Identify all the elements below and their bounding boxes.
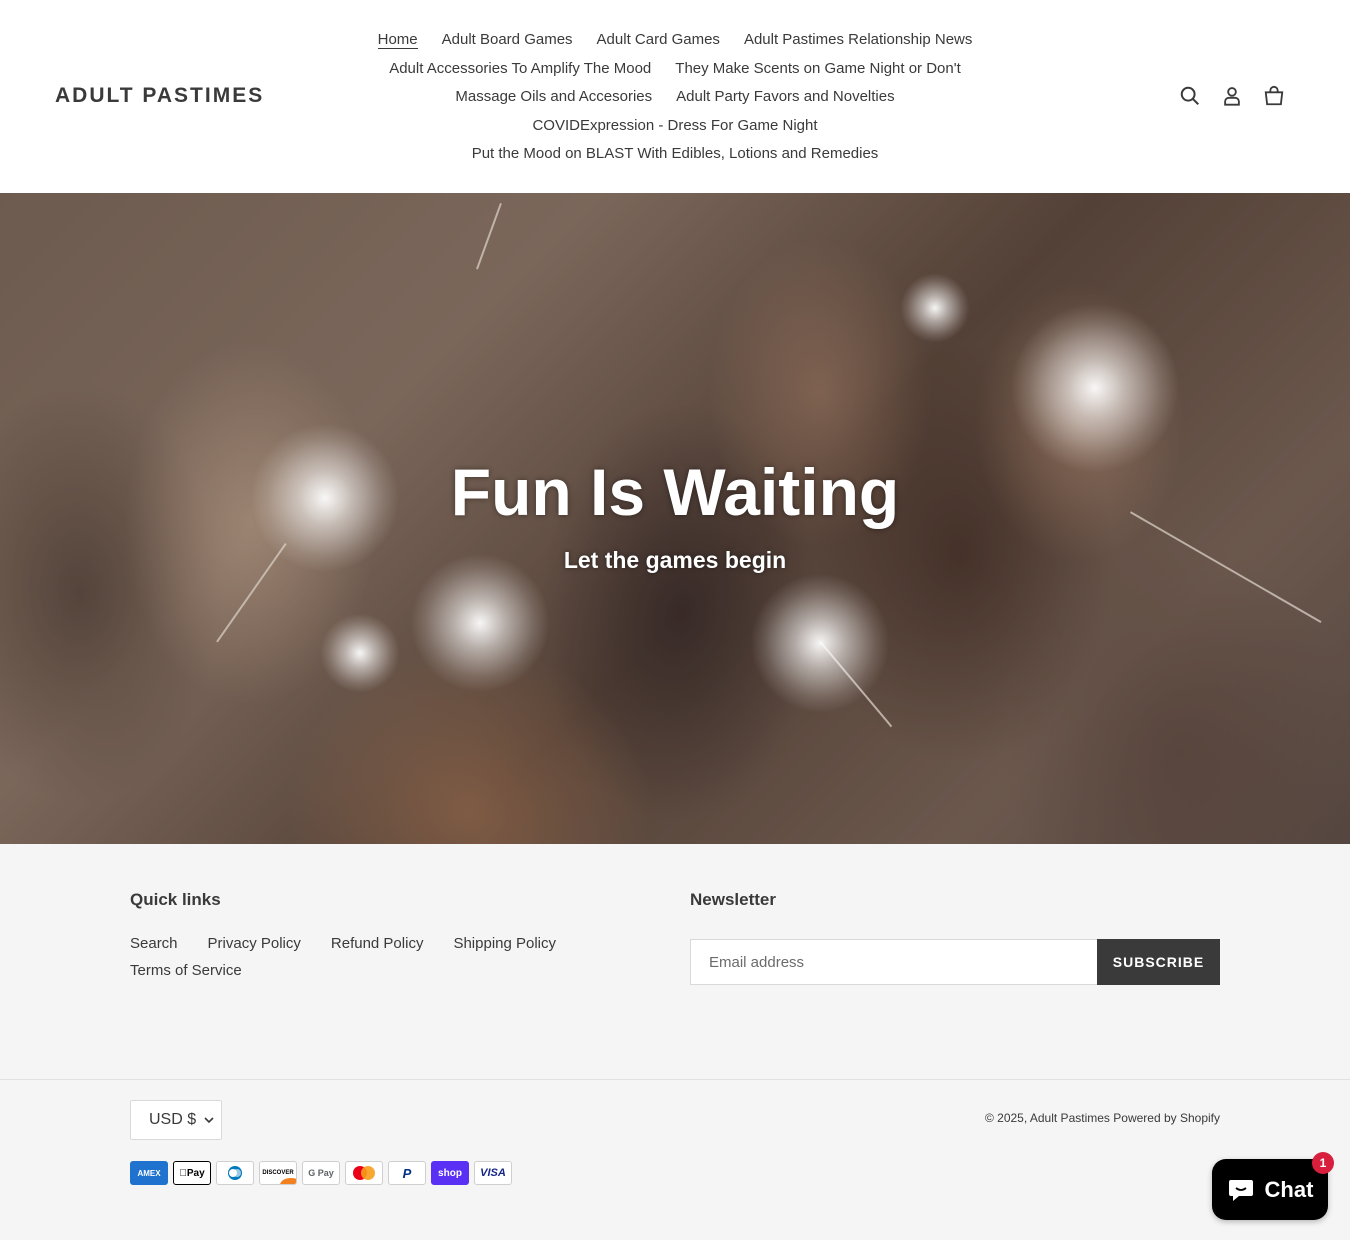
payment-icons: AMEX Pay DISCOVER G Pay P shop VISA (130, 1161, 512, 1185)
nav-item-party-favors[interactable]: Adult Party Favors and Novelties (664, 83, 906, 112)
paypal-icon: P (388, 1161, 426, 1185)
nav-item-adult-card-games[interactable]: Adult Card Games (585, 26, 732, 55)
search-icon[interactable] (1178, 84, 1202, 108)
newsletter-form: Email address SUBSCRIBE (690, 939, 1220, 985)
footer-link-terms-of-service[interactable]: Terms of Service (130, 961, 242, 980)
nav-item-adult-accessories[interactable]: Adult Accessories To Amplify The Mood (377, 55, 663, 84)
nav-item-adult-board-games[interactable]: Adult Board Games (430, 26, 585, 55)
hero-content: Fun Is Waiting Let the games begin (0, 193, 1350, 844)
chat-label: Chat (1264, 1176, 1314, 1202)
hero-title: Fun Is Waiting (450, 455, 900, 529)
nav-item-massage-oils[interactable]: Massage Oils and Accesories (443, 83, 664, 112)
diners-club-icon (216, 1161, 254, 1185)
site-header: ADULT PASTIMES Home Adult Board Games Ad… (0, 0, 1350, 193)
shop-pay-icon: shop (431, 1161, 469, 1185)
quick-links: Search Privacy Policy Refund Policy Ship… (130, 934, 570, 980)
footer-link-shipping-policy[interactable]: Shipping Policy (453, 934, 556, 953)
site-footer: Quick links Search Privacy Policy Refund… (0, 844, 1350, 1240)
apple-pay-icon: Pay (173, 1161, 211, 1185)
footer-link-search[interactable]: Search (130, 934, 178, 953)
chat-button[interactable]: Chat (1212, 1159, 1328, 1220)
footer-link-privacy-policy[interactable]: Privacy Policy (208, 934, 301, 953)
newsletter-title: Newsletter (690, 890, 776, 909)
nav-item-scents[interactable]: They Make Scents on Game Night or Don't (663, 55, 973, 84)
amex-icon: AMEX (130, 1161, 168, 1185)
main-nav: Home Adult Board Games Adult Card Games … (360, 26, 990, 169)
currency-label: USD $ (149, 1111, 197, 1128)
footer-divider (0, 1079, 1350, 1080)
cart-icon[interactable] (1262, 84, 1286, 108)
account-icon[interactable] (1220, 84, 1244, 108)
chevron-down-icon (204, 1116, 214, 1123)
nav-item-edibles-lotions[interactable]: Put the Mood on BLAST With Edibles, Loti… (460, 140, 891, 169)
email-field[interactable]: Email address (690, 939, 1097, 985)
quick-links-title: Quick links (130, 890, 221, 909)
discover-icon: DISCOVER (259, 1161, 297, 1185)
google-pay-icon: G Pay (302, 1161, 340, 1185)
subscribe-button[interactable]: SUBSCRIBE (1097, 939, 1220, 985)
powered-by-shopify-link[interactable]: Powered by Shopify (1113, 1111, 1220, 1125)
nav-item-home[interactable]: Home (366, 26, 430, 55)
chat-bubble-icon (1228, 1179, 1253, 1201)
nav-item-relationship-news[interactable]: Adult Pastimes Relationship News (732, 26, 984, 55)
hero-banner: Fun Is Waiting Let the games begin (0, 193, 1350, 844)
header-icons (1178, 84, 1286, 108)
mastercard-icon (345, 1161, 383, 1185)
site-logo[interactable]: ADULT PASTIMES (55, 84, 264, 108)
footer-link-refund-policy[interactable]: Refund Policy (331, 934, 424, 953)
currency-selector[interactable]: USD $ (130, 1100, 222, 1140)
copyright: © 2025, Adult Pastimes Powered by Shopif… (984, 1111, 1220, 1125)
nav-item-covidexpression[interactable]: COVIDExpression - Dress For Game Night (520, 112, 829, 141)
hero-subtitle: Let the games begin (563, 547, 787, 573)
chat-badge: 1 (1312, 1152, 1334, 1174)
copyright-store-link[interactable]: Adult Pastimes (1030, 1111, 1110, 1125)
visa-icon: VISA (474, 1161, 512, 1185)
